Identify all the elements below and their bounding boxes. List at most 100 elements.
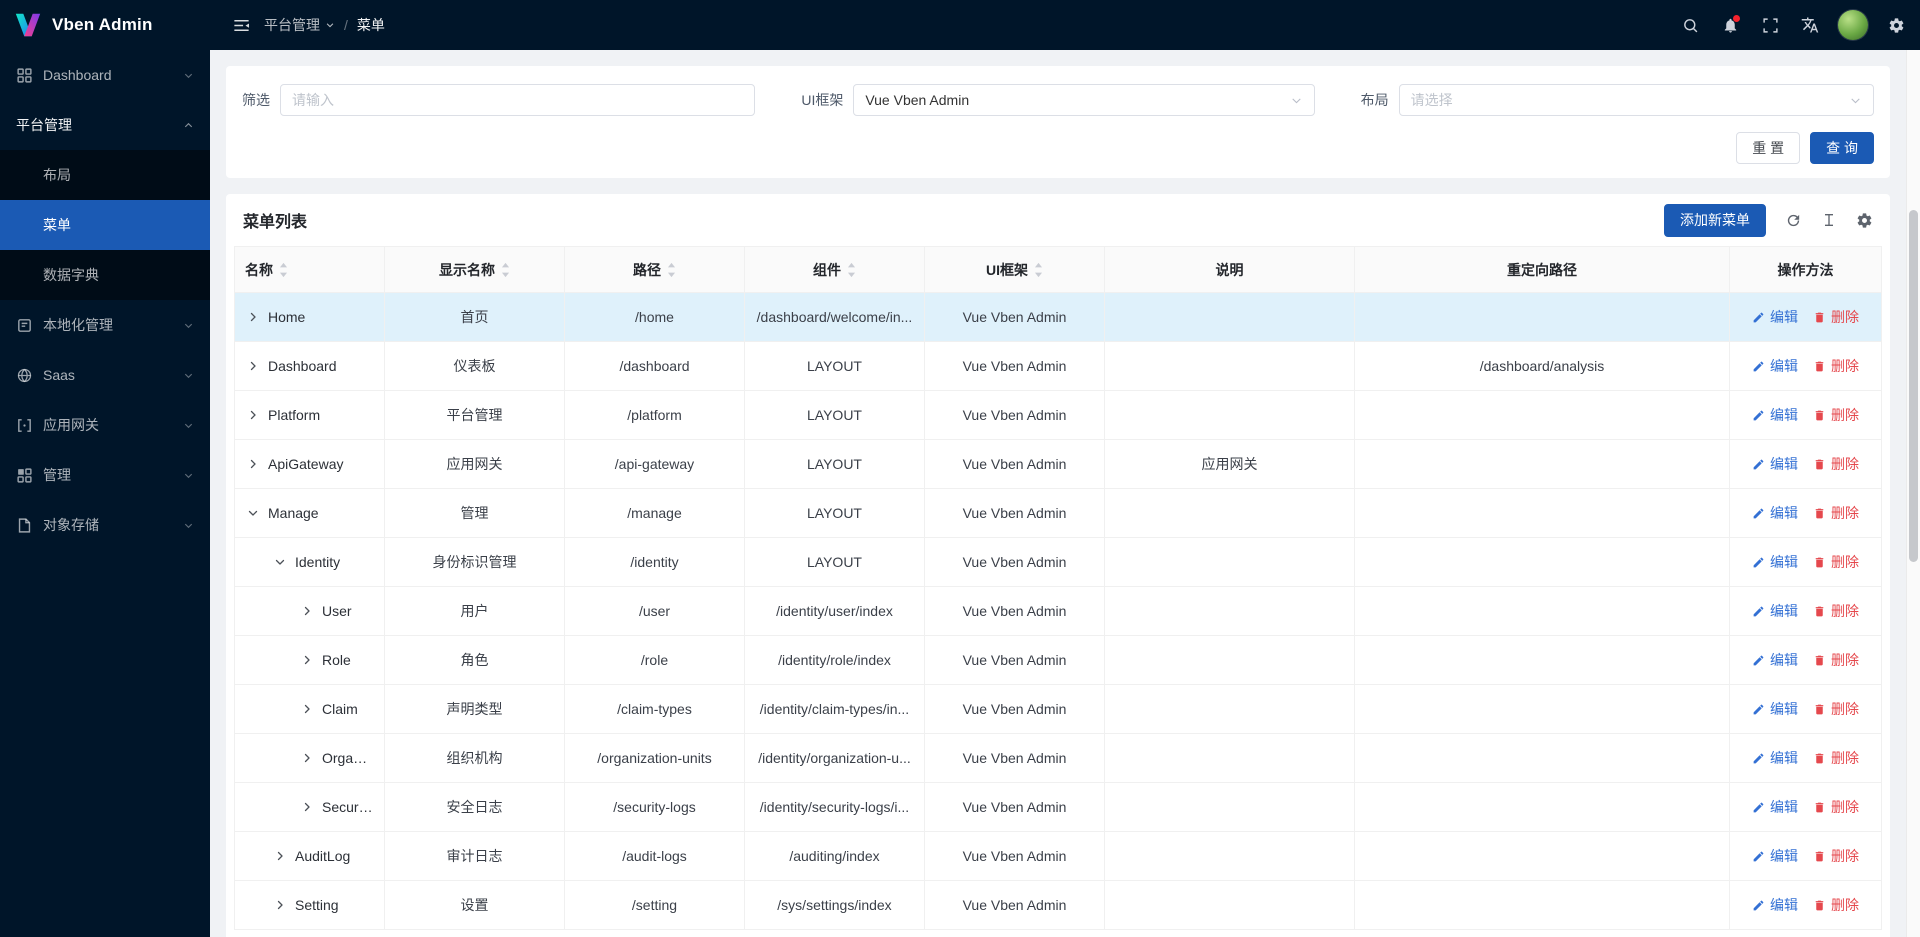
edit-button[interactable]: 编辑 xyxy=(1752,601,1798,621)
table-row[interactable]: Manage管理/manageLAYOUTVue Vben Admin编辑删除 xyxy=(235,489,1882,538)
sidebar-item-label: 菜单 xyxy=(43,215,194,235)
edit-button[interactable]: 编辑 xyxy=(1752,846,1798,866)
cell-actions: 编辑删除 xyxy=(1730,587,1882,636)
edit-button[interactable]: 编辑 xyxy=(1752,454,1798,474)
column-header-name[interactable]: 名称 xyxy=(235,247,385,293)
edit-button[interactable]: 编辑 xyxy=(1752,503,1798,523)
sidebar-item-layout[interactable]: 布局 xyxy=(0,150,210,200)
sort-icon[interactable] xyxy=(501,262,510,278)
table-row[interactable]: Platform平台管理/platformLAYOUTVue Vben Admi… xyxy=(235,391,1882,440)
platform-submenu: 布局 菜单 数据字典 xyxy=(0,150,210,300)
expand-row-icon[interactable] xyxy=(274,898,286,914)
table-row[interactable]: AuditLog审计日志/audit-logs/auditing/indexVu… xyxy=(235,832,1882,881)
edit-button[interactable]: 编辑 xyxy=(1752,307,1798,327)
add-menu-button[interactable]: 添加新菜单 xyxy=(1664,204,1766,237)
expand-row-icon[interactable] xyxy=(247,408,259,424)
delete-button[interactable]: 删除 xyxy=(1813,895,1859,915)
sidebar-item-object-storage[interactable]: 对象存储 xyxy=(0,500,210,550)
cell-redirect xyxy=(1355,685,1730,734)
delete-button[interactable]: 删除 xyxy=(1813,846,1859,866)
table-row[interactable]: Dashboard仪表板/dashboardLAYOUTVue Vben Adm… xyxy=(235,342,1882,391)
chevron-up-icon xyxy=(183,120,194,131)
user-avatar[interactable] xyxy=(1838,10,1868,40)
fullscreen-icon[interactable] xyxy=(1752,7,1788,43)
table-row[interactable]: Home首页/home/dashboard/welcome/in...Vue V… xyxy=(235,293,1882,342)
sort-icon[interactable] xyxy=(279,262,288,278)
filter-panel: 筛选 UI框架 Vue Vben Admin 布局 xyxy=(226,66,1890,178)
sidebar-fold-icon[interactable] xyxy=(226,10,256,40)
table-row[interactable]: Role角色/role/identity/role/indexVue Vben … xyxy=(235,636,1882,685)
sidebar-item-api-gateway[interactable]: 应用网关 xyxy=(0,400,210,450)
sidebar-item-menu[interactable]: 菜单 xyxy=(0,200,210,250)
settings-gear-icon[interactable] xyxy=(1878,7,1914,43)
layout-select[interactable]: 请选择 xyxy=(1399,84,1874,116)
search-icon[interactable] xyxy=(1672,7,1708,43)
query-button[interactable]: 查 询 xyxy=(1810,132,1874,164)
edit-button[interactable]: 编辑 xyxy=(1752,699,1798,719)
expand-row-icon[interactable] xyxy=(274,849,286,865)
vertical-scrollbar[interactable] xyxy=(1906,50,1920,937)
cell-component: /auditing/index xyxy=(745,832,925,881)
filter-input[interactable] xyxy=(280,84,755,116)
sort-icon[interactable] xyxy=(1034,262,1043,278)
delete-button[interactable]: 删除 xyxy=(1813,650,1859,670)
collapse-row-icon[interactable] xyxy=(247,506,259,522)
delete-button[interactable]: 删除 xyxy=(1813,748,1859,768)
expand-row-icon[interactable] xyxy=(247,359,259,375)
framework-select[interactable]: Vue Vben Admin xyxy=(853,84,1314,116)
table-row[interactable]: Security...安全日志/security-logs/identity/s… xyxy=(235,783,1882,832)
logo[interactable]: Vben Admin xyxy=(0,0,210,50)
expand-row-icon[interactable] xyxy=(301,604,313,620)
expand-row-icon[interactable] xyxy=(247,310,259,326)
column-header-display-name[interactable]: 显示名称 xyxy=(385,247,565,293)
column-settings-gear-icon[interactable] xyxy=(1856,212,1873,229)
column-header-component[interactable]: 组件 xyxy=(745,247,925,293)
expand-row-icon[interactable] xyxy=(247,457,259,473)
sidebar-item-platform-management[interactable]: 平台管理 xyxy=(0,100,210,150)
edit-button[interactable]: 编辑 xyxy=(1752,650,1798,670)
sidebar-item-management[interactable]: 管理 xyxy=(0,450,210,500)
column-header-path[interactable]: 路径 xyxy=(565,247,745,293)
delete-button[interactable]: 删除 xyxy=(1813,699,1859,719)
sidebar-item-dashboard[interactable]: Dashboard xyxy=(0,50,210,100)
table-row[interactable]: Identity身份标识管理/identityLAYOUTVue Vben Ad… xyxy=(235,538,1882,587)
edit-button[interactable]: 编辑 xyxy=(1752,552,1798,572)
edit-button[interactable]: 编辑 xyxy=(1752,405,1798,425)
scrollbar-thumb[interactable] xyxy=(1909,210,1918,562)
edit-button[interactable]: 编辑 xyxy=(1752,748,1798,768)
edit-button[interactable]: 编辑 xyxy=(1752,356,1798,376)
reset-button[interactable]: 重 置 xyxy=(1736,132,1800,164)
table-row[interactable]: ApiGateway应用网关/api-gatewayLAYOUTVue Vben… xyxy=(235,440,1882,489)
cell-description xyxy=(1105,783,1355,832)
expand-row-icon[interactable] xyxy=(301,702,313,718)
delete-button[interactable]: 删除 xyxy=(1813,454,1859,474)
notification-bell-icon[interactable] xyxy=(1712,7,1748,43)
sort-icon[interactable] xyxy=(667,262,676,278)
expand-row-icon[interactable] xyxy=(301,800,313,816)
translate-icon[interactable] xyxy=(1792,7,1828,43)
breadcrumb-platform[interactable]: 平台管理 xyxy=(264,15,335,35)
table-row[interactable]: User用户/user/identity/user/indexVue Vben … xyxy=(235,587,1882,636)
sidebar-item-saas[interactable]: Saas xyxy=(0,350,210,400)
edit-button[interactable]: 编辑 xyxy=(1752,895,1798,915)
sidebar-item-localization[interactable]: 本地化管理 xyxy=(0,300,210,350)
table-row[interactable]: Setting设置/setting/sys/settings/indexVue … xyxy=(235,881,1882,930)
delete-button[interactable]: 删除 xyxy=(1813,356,1859,376)
refresh-icon[interactable] xyxy=(1785,212,1802,229)
expand-row-icon[interactable] xyxy=(301,653,313,669)
delete-button[interactable]: 删除 xyxy=(1813,405,1859,425)
collapse-row-icon[interactable] xyxy=(274,555,286,571)
table-row[interactable]: Organiz...组织机构/organization-units/identi… xyxy=(235,734,1882,783)
edit-button[interactable]: 编辑 xyxy=(1752,797,1798,817)
delete-button[interactable]: 删除 xyxy=(1813,503,1859,523)
delete-button[interactable]: 删除 xyxy=(1813,552,1859,572)
sort-icon[interactable] xyxy=(847,262,856,278)
sidebar-item-data-dictionary[interactable]: 数据字典 xyxy=(0,250,210,300)
column-header-framework[interactable]: UI框架 xyxy=(925,247,1105,293)
row-height-icon[interactable] xyxy=(1821,212,1837,228)
delete-button[interactable]: 删除 xyxy=(1813,601,1859,621)
delete-button[interactable]: 删除 xyxy=(1813,797,1859,817)
table-row[interactable]: Claim声明类型/claim-types/identity/claim-typ… xyxy=(235,685,1882,734)
expand-row-icon[interactable] xyxy=(301,751,313,767)
delete-button[interactable]: 删除 xyxy=(1813,307,1859,327)
